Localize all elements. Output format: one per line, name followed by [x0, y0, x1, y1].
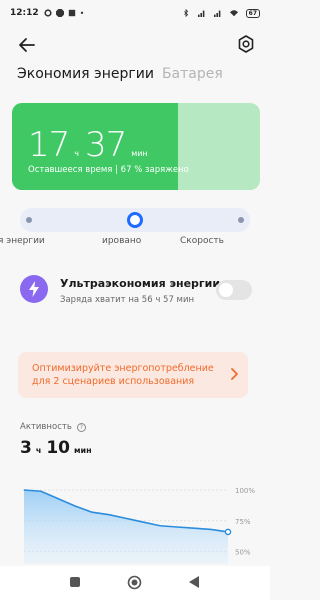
remaining-caption: Оставшееся время | 67 % заряжено: [28, 165, 189, 175]
chart-point: [224, 528, 232, 536]
hours-unit: ч: [74, 149, 79, 158]
signal-icon: [197, 10, 205, 17]
tab-bar: Экономия энергии Батарея: [17, 66, 223, 82]
wifi-icon: [229, 10, 238, 17]
status-bar: 12:12 • 67: [0, 0, 270, 26]
activity-minutes-unit: мин: [74, 446, 92, 455]
y-tick-label: 50%: [235, 549, 251, 557]
ultra-saving-toggle[interactable]: [216, 280, 252, 300]
battery-level-chart[interactable]: 100% 75% 50%: [20, 484, 260, 564]
mode-label-saving[interactable]: я энергии: [0, 236, 45, 246]
activity-hours-unit: ч: [35, 446, 42, 455]
back-button[interactable]: [188, 575, 200, 589]
optimize-text: Оптимизируйте энергопотребление для 2 сц…: [32, 363, 214, 387]
back-arrow-icon[interactable]: [16, 34, 38, 56]
minutes-unit: мин: [131, 149, 148, 158]
activity-minutes: 10: [46, 438, 71, 458]
y-tick-label: 100%: [235, 487, 255, 495]
activity-hours: 3: [20, 438, 32, 458]
gear-icon[interactable]: [236, 34, 256, 54]
mode-labels: я энергии ировано Скорость: [0, 236, 270, 250]
signal-icon-2: [213, 10, 221, 17]
tab-battery[interactable]: Батарея: [162, 66, 223, 82]
slider-stop-saving[interactable]: [26, 217, 32, 223]
activity-time: 3 ч 10 мин: [20, 438, 97, 458]
activity-label-text: Активность: [20, 422, 72, 432]
more-notifications-icon: •: [79, 8, 85, 18]
lightning-icon: [20, 275, 48, 303]
bluetooth-icon: [183, 9, 188, 17]
mode-label-balanced[interactable]: ировано: [102, 236, 141, 246]
top-bar: [0, 30, 270, 60]
slider-thumb[interactable]: [127, 212, 143, 228]
battery-level: 67: [245, 8, 260, 18]
mode-label-performance[interactable]: Скорость: [180, 236, 224, 246]
remaining-time: 17 ч 37 мин: [28, 125, 154, 165]
power-mode-slider[interactable]: [20, 208, 250, 232]
system-nav-bar: [0, 566, 270, 600]
chevron-right-icon: [231, 368, 238, 380]
ultra-saving-title: Ультраэкономия энергии: [60, 277, 221, 290]
slider-stop-performance[interactable]: [238, 217, 244, 223]
activity-label: Активность ?: [20, 422, 86, 432]
stop-notification-icon: [55, 9, 64, 17]
recents-button[interactable]: [70, 577, 80, 587]
y-tick-label: 75%: [235, 518, 251, 526]
tab-power-saving[interactable]: Экономия энергии: [17, 66, 154, 82]
remaining-minutes: 37: [85, 125, 127, 165]
status-time: 12:12: [10, 8, 39, 18]
ultra-saving-row[interactable]: Ультраэкономия энергии Заряда хватит на …: [20, 272, 255, 312]
settings-notification-icon: [44, 9, 52, 17]
remaining-hours: 17: [28, 125, 70, 165]
battery-card: 17 ч 37 мин Оставшееся время | 67 % заря…: [12, 103, 260, 190]
square-notification-icon: [68, 9, 75, 17]
optimize-suggestion-card[interactable]: Оптимизируйте энергопотребление для 2 сц…: [18, 352, 248, 398]
help-icon[interactable]: ?: [76, 422, 86, 432]
ultra-saving-subtitle: Заряда хватит на 56 ч 57 мин: [60, 295, 195, 305]
toggle-knob: [219, 283, 233, 297]
home-button[interactable]: [127, 575, 142, 590]
chart-area: [24, 490, 228, 564]
